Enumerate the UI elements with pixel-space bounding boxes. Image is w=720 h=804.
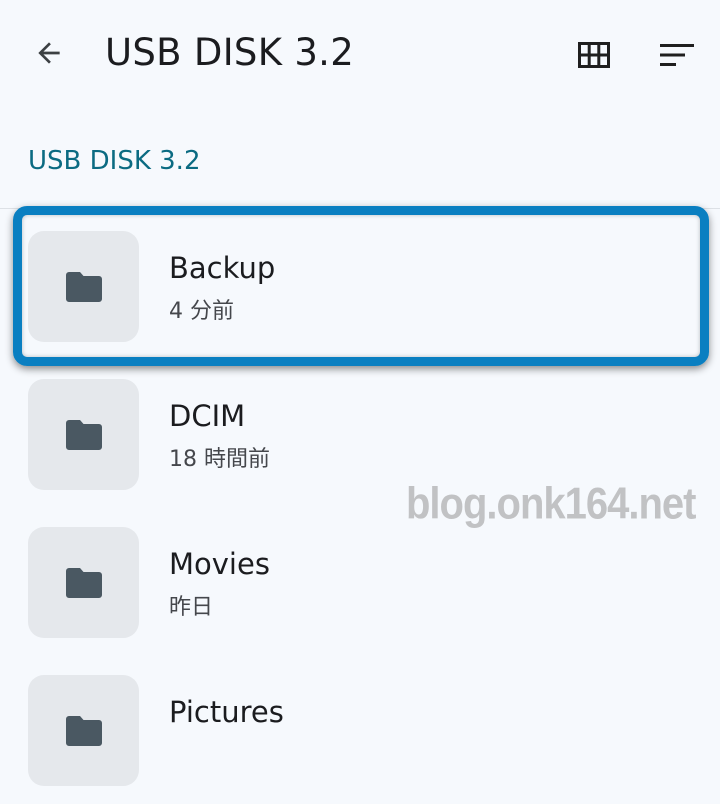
file-name: Backup (169, 251, 276, 285)
folder-thumbnail (28, 675, 139, 786)
grid-view-button[interactable] (565, 26, 623, 84)
list-item-dcim[interactable]: DCIM 18 時間前 (0, 360, 720, 508)
folder-icon (65, 419, 102, 450)
list-item-movies[interactable]: Movies 昨日 (0, 508, 720, 656)
sort-icon (660, 44, 694, 66)
file-modified: 4 分前 (169, 299, 234, 324)
grid-view-icon (578, 42, 610, 68)
folder-icon (65, 271, 102, 302)
folder-icon (65, 567, 102, 598)
sort-button[interactable] (648, 26, 706, 84)
file-name: DCIM (169, 399, 246, 433)
folder-thumbnail (28, 379, 139, 490)
folder-thumbnail (28, 231, 139, 342)
folder-icon (65, 715, 102, 746)
file-modified: 昨日 (169, 595, 214, 620)
back-button[interactable] (20, 24, 78, 82)
folder-thumbnail (28, 527, 139, 638)
list-item-pictures[interactable]: Pictures (0, 656, 720, 804)
file-modified: 18 時間前 (169, 447, 270, 472)
breadcrumb-usb-disk[interactable]: USB DISK 3.2 (28, 142, 201, 180)
app-title: USB DISK 3.2 (105, 31, 355, 74)
divider (0, 208, 720, 209)
file-name: Movies (169, 547, 270, 581)
file-name: Pictures (169, 695, 284, 729)
arrow-back-icon (38, 42, 60, 64)
app-bar: USB DISK 3.2 (0, 0, 720, 108)
list-item-backup[interactable]: Backup 4 分前 (0, 212, 720, 360)
